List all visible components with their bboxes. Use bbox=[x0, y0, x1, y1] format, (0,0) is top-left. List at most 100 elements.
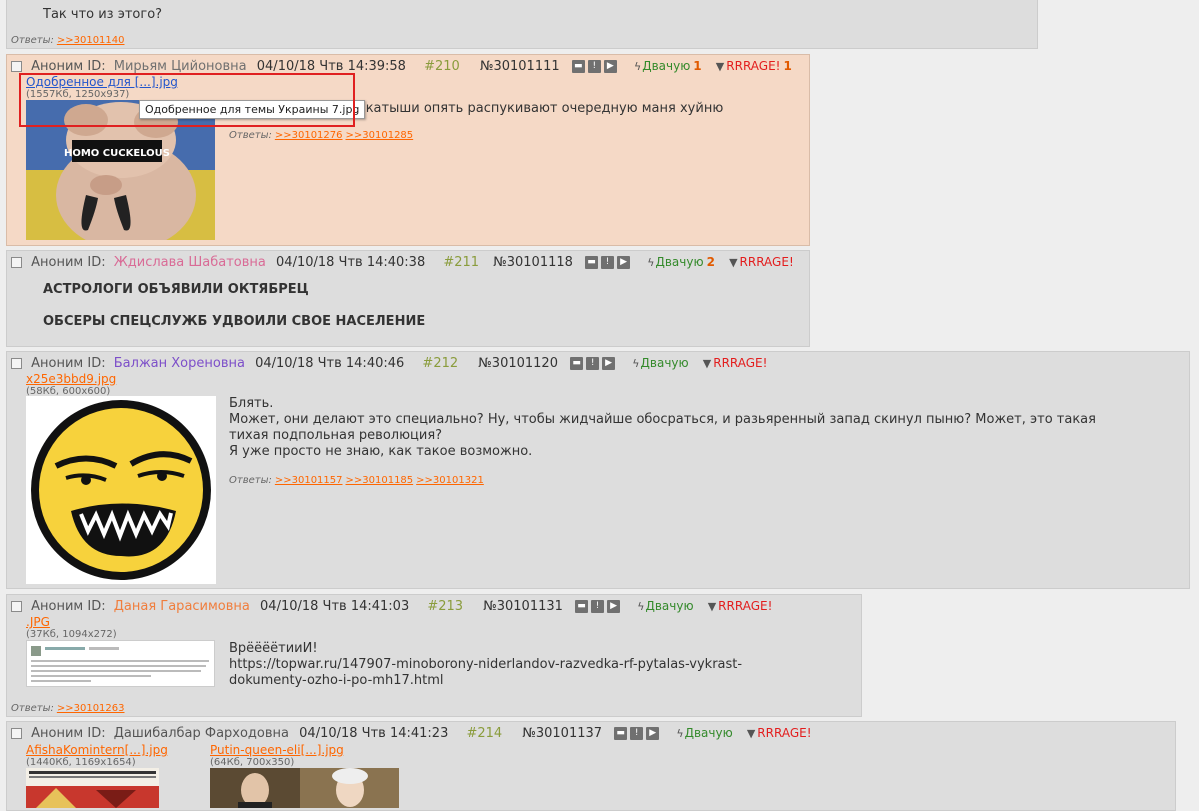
dislike-button[interactable]: ▼ RRRAGE! bbox=[747, 725, 812, 742]
anon-label: Аноним ID: bbox=[31, 598, 106, 614]
hide-icon[interactable]: ▬ bbox=[571, 59, 585, 73]
post-number[interactable]: №30101131 bbox=[483, 599, 563, 615]
post-number[interactable]: №30101111 bbox=[480, 59, 560, 75]
replies-label: Ответы: bbox=[229, 130, 272, 141]
like-count: 2 bbox=[706, 255, 715, 269]
play-icon[interactable]: ▶ bbox=[646, 726, 660, 740]
file-info: (1440Кб, 1169x1654) bbox=[26, 757, 136, 768]
post-datetime: 04/10/18 Чтв 14:41:23 bbox=[299, 725, 449, 741]
hide-icon[interactable]: ▬ bbox=[575, 599, 589, 613]
dislike-label: RRRAGE! bbox=[726, 59, 781, 73]
reply-link[interactable]: >>30101185 bbox=[346, 475, 414, 486]
post-text-line: Я уже просто не знаю, как такое возможно… bbox=[229, 444, 533, 459]
like-label: Двачую bbox=[645, 599, 694, 613]
post-buttons: ▬! ▶ bbox=[575, 599, 623, 615]
image-caption: HOMO CUCKELOUS bbox=[64, 148, 170, 159]
post-text-line: Блять. bbox=[229, 396, 274, 411]
poster-name: Балжан Хореновна bbox=[113, 355, 245, 371]
reply-link[interactable]: >>30101276 bbox=[275, 130, 343, 141]
replies: Ответы: >>30101140 bbox=[11, 35, 125, 46]
post-text-line: Может, они делают это специально? Ну, чт… bbox=[229, 412, 1096, 427]
reply-link[interactable]: >>30101263 bbox=[57, 703, 125, 714]
replies: Ответы: >>30101276 >>30101285 bbox=[229, 130, 413, 141]
post-211: Аноним ID: Ждислава Шабатовна 04/10/18 Ч… bbox=[6, 250, 810, 347]
post-datetime: 04/10/18 Чтв 14:40:38 bbox=[276, 254, 426, 270]
post-text-line: ОБСЕРЫ СПЕЦСЛУЖБ УДВОИЛИ СВОЕ НАСЕЛЕНИЕ bbox=[43, 314, 426, 329]
post-datetime: 04/10/18 Чтв 14:41:03 bbox=[260, 598, 410, 614]
file-link[interactable]: Putin-queen-eli[...].jpg bbox=[210, 743, 344, 757]
post-image[interactable] bbox=[26, 396, 216, 584]
dislike-button[interactable]: ▼ RRRAGE! bbox=[729, 254, 794, 271]
dislike-label: RRRAGE! bbox=[713, 356, 768, 370]
like-button[interactable]: ϟДвачую bbox=[632, 355, 688, 372]
like-label: Двачую bbox=[684, 726, 733, 740]
thumbs-down-icon: ▼ bbox=[702, 357, 712, 370]
report-icon[interactable]: ! bbox=[591, 599, 605, 613]
like-button[interactable]: ϟДвачую 1 bbox=[634, 58, 702, 75]
select-checkbox[interactable] bbox=[11, 601, 22, 612]
post-header: Аноним ID: Балжан Хореновна 04/10/18 Чтв… bbox=[11, 355, 767, 372]
post-index: #213 bbox=[427, 598, 464, 614]
hide-icon[interactable]: ▬ bbox=[570, 356, 584, 370]
dislike-label: RRRAGE! bbox=[739, 255, 794, 269]
file-link[interactable]: AfishaKomintern[...].jpg bbox=[26, 743, 168, 757]
post-buttons: ▬! ▶ bbox=[614, 726, 662, 742]
post-datetime: 04/10/18 Чтв 14:40:46 bbox=[255, 355, 405, 371]
file-link[interactable]: .JPG bbox=[26, 615, 50, 629]
bolt-icon: ϟ bbox=[637, 600, 645, 613]
play-icon[interactable]: ▶ bbox=[602, 356, 616, 370]
post-link-line[interactable]: dokumenty-ozho-i-po-mh17.html bbox=[229, 673, 444, 689]
hide-icon[interactable]: ▬ bbox=[614, 726, 628, 740]
play-icon[interactable]: ▶ bbox=[607, 599, 621, 613]
select-checkbox[interactable] bbox=[11, 61, 22, 72]
dislike-count: 1 bbox=[783, 59, 792, 73]
select-checkbox[interactable] bbox=[11, 728, 22, 739]
replies-label: Ответы: bbox=[11, 35, 54, 46]
replies-label: Ответы: bbox=[229, 475, 272, 486]
report-icon[interactable]: ! bbox=[601, 255, 615, 269]
reply-link[interactable]: >>30101140 bbox=[57, 35, 125, 46]
replies: Ответы: >>30101157 >>30101185 >>30101321 bbox=[229, 475, 484, 486]
dislike-label: RRRAGE! bbox=[757, 726, 812, 740]
like-button[interactable]: ϟДвачую bbox=[676, 725, 732, 742]
post-image[interactable] bbox=[26, 768, 159, 808]
post-213: Аноним ID: Даная Гарасимовна 04/10/18 Чт… bbox=[6, 594, 862, 717]
dislike-label: RRRAGE! bbox=[718, 599, 773, 613]
report-icon[interactable]: ! bbox=[630, 726, 644, 740]
poster-name: Ждислава Шабатовна bbox=[113, 254, 266, 270]
select-checkbox[interactable] bbox=[11, 358, 22, 369]
post-header: Аноним ID: Ждислава Шабатовна 04/10/18 Ч… bbox=[11, 254, 794, 271]
dislike-button[interactable]: ▼ RRRAGE! bbox=[708, 598, 773, 615]
dislike-button[interactable]: ▼ RRRAGE! bbox=[703, 355, 768, 372]
hide-icon[interactable]: ▬ bbox=[585, 255, 599, 269]
reply-link[interactable]: >>30101285 bbox=[346, 130, 414, 141]
thumbs-down-icon: ▼ bbox=[715, 60, 725, 73]
replies-label: Ответы: bbox=[11, 703, 54, 714]
post-number[interactable]: №30101118 bbox=[493, 255, 573, 271]
post-index: #210 bbox=[424, 58, 460, 74]
highlight-box bbox=[19, 73, 355, 127]
select-checkbox[interactable] bbox=[11, 257, 22, 268]
thumbs-down-icon: ▼ bbox=[729, 256, 738, 269]
file-link[interactable]: x25e3bbd9.jpg bbox=[26, 372, 116, 386]
post-link-line[interactable]: https://topwar.ru/147907-minoborony-nide… bbox=[229, 657, 742, 673]
post-image[interactable] bbox=[26, 640, 215, 687]
post-image[interactable] bbox=[210, 768, 399, 808]
like-label: Двачую bbox=[655, 255, 704, 269]
post-header: Аноним ID: Дашибалбар Фарходовна 04/10/1… bbox=[11, 725, 812, 742]
post-number[interactable]: №30101137 bbox=[522, 726, 602, 742]
post-212: Аноним ID: Балжан Хореновна 04/10/18 Чтв… bbox=[6, 351, 1190, 589]
play-icon[interactable]: ▶ bbox=[617, 255, 631, 269]
thumbs-down-icon: ▼ bbox=[746, 727, 756, 740]
reply-link[interactable]: >>30101157 bbox=[275, 475, 343, 486]
post-number[interactable]: №30101120 bbox=[478, 356, 558, 372]
like-button[interactable]: ϟДвачую bbox=[637, 598, 693, 615]
file-info: (64Кб, 700x350) bbox=[210, 757, 295, 768]
dislike-button[interactable]: ▼ RRRAGE! 1 bbox=[716, 58, 792, 75]
play-icon[interactable]: ▶ bbox=[603, 59, 617, 73]
like-button[interactable]: ϟДвачую 2 bbox=[647, 254, 715, 271]
report-icon[interactable]: ! bbox=[587, 59, 601, 73]
report-icon[interactable]: ! bbox=[586, 356, 600, 370]
post-index: #212 bbox=[422, 355, 459, 371]
reply-link[interactable]: >>30101321 bbox=[416, 475, 484, 486]
